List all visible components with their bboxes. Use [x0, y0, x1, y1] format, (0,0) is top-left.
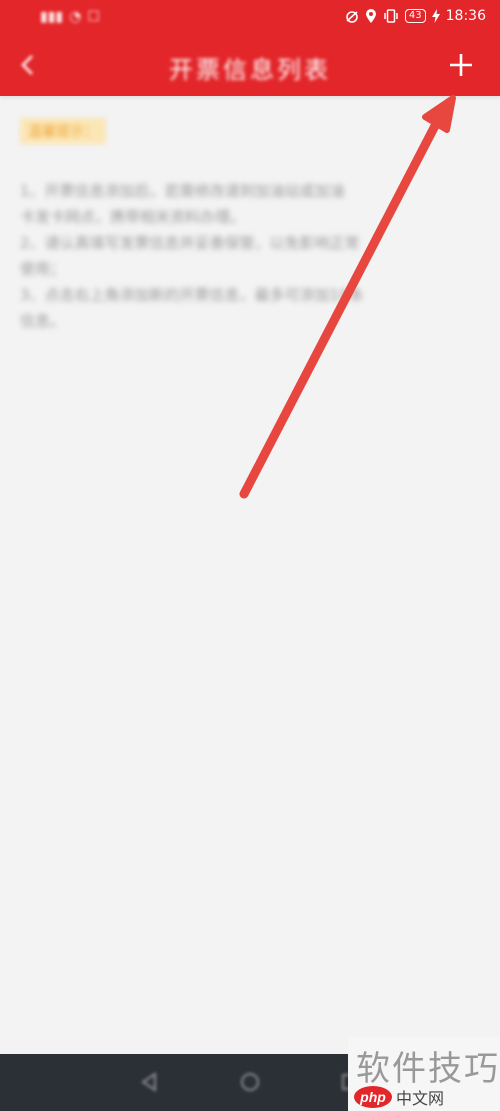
- nav-back-icon[interactable]: [140, 1072, 160, 1092]
- message-icon: ☐: [87, 9, 100, 25]
- app-bar: 开票信息列表: [0, 34, 500, 96]
- plus-icon[interactable]: [448, 52, 474, 78]
- signal-icon: ▮▮▮: [40, 9, 64, 25]
- status-left-icons: ▮▮▮ ◔ ☐: [40, 9, 100, 25]
- info-line: 卡发卡网点，携带相关资料办理。: [20, 208, 246, 226]
- battery-icon: 43: [404, 9, 426, 23]
- php-logo: php: [354, 1086, 392, 1108]
- alarm-icon: [346, 11, 358, 23]
- content-area: 温馨提示： 1、开票信息添加后，若需修改请到加油站或加油 卡发卡网点，携带相关资…: [20, 118, 470, 334]
- info-line: 2、请认真填写发票信息并妥善保管，以免影响正常: [20, 234, 360, 252]
- tip-badge: 温馨提示：: [20, 118, 106, 144]
- watermark-site-name: 中文网: [396, 1089, 445, 1108]
- battery-level: 43: [408, 10, 422, 21]
- clock-time: 18:36: [445, 8, 486, 24]
- nav-home-icon[interactable]: [240, 1072, 260, 1092]
- page-title: 开票信息列表: [169, 56, 331, 84]
- status-right-icons: 43 18:36: [345, 8, 486, 24]
- charging-icon: [431, 9, 440, 23]
- info-line: 1、开票信息添加后，若需修改请到加油站或加油: [20, 182, 345, 200]
- wifi-icon: ◔: [69, 9, 82, 25]
- location-icon: [365, 8, 376, 23]
- vibrate-icon: [384, 9, 398, 23]
- watermark-site: php 中文网: [354, 1085, 444, 1109]
- watermark-title: 软件技巧: [356, 1049, 500, 1089]
- info-line: 使用；: [20, 260, 66, 278]
- info-line: 信息。: [20, 312, 66, 330]
- info-line: 3、点击右上角添加新的开票信息，最多可添加10条: [20, 286, 364, 304]
- watermark: 软件技巧 php 中文网: [348, 1037, 500, 1111]
- status-bar: ▮▮▮ ◔ ☐ 43 18:36: [0, 0, 500, 34]
- info-text: 1、开票信息添加后，若需修改请到加油站或加油 卡发卡网点，携带相关资料办理。 2…: [20, 178, 470, 334]
